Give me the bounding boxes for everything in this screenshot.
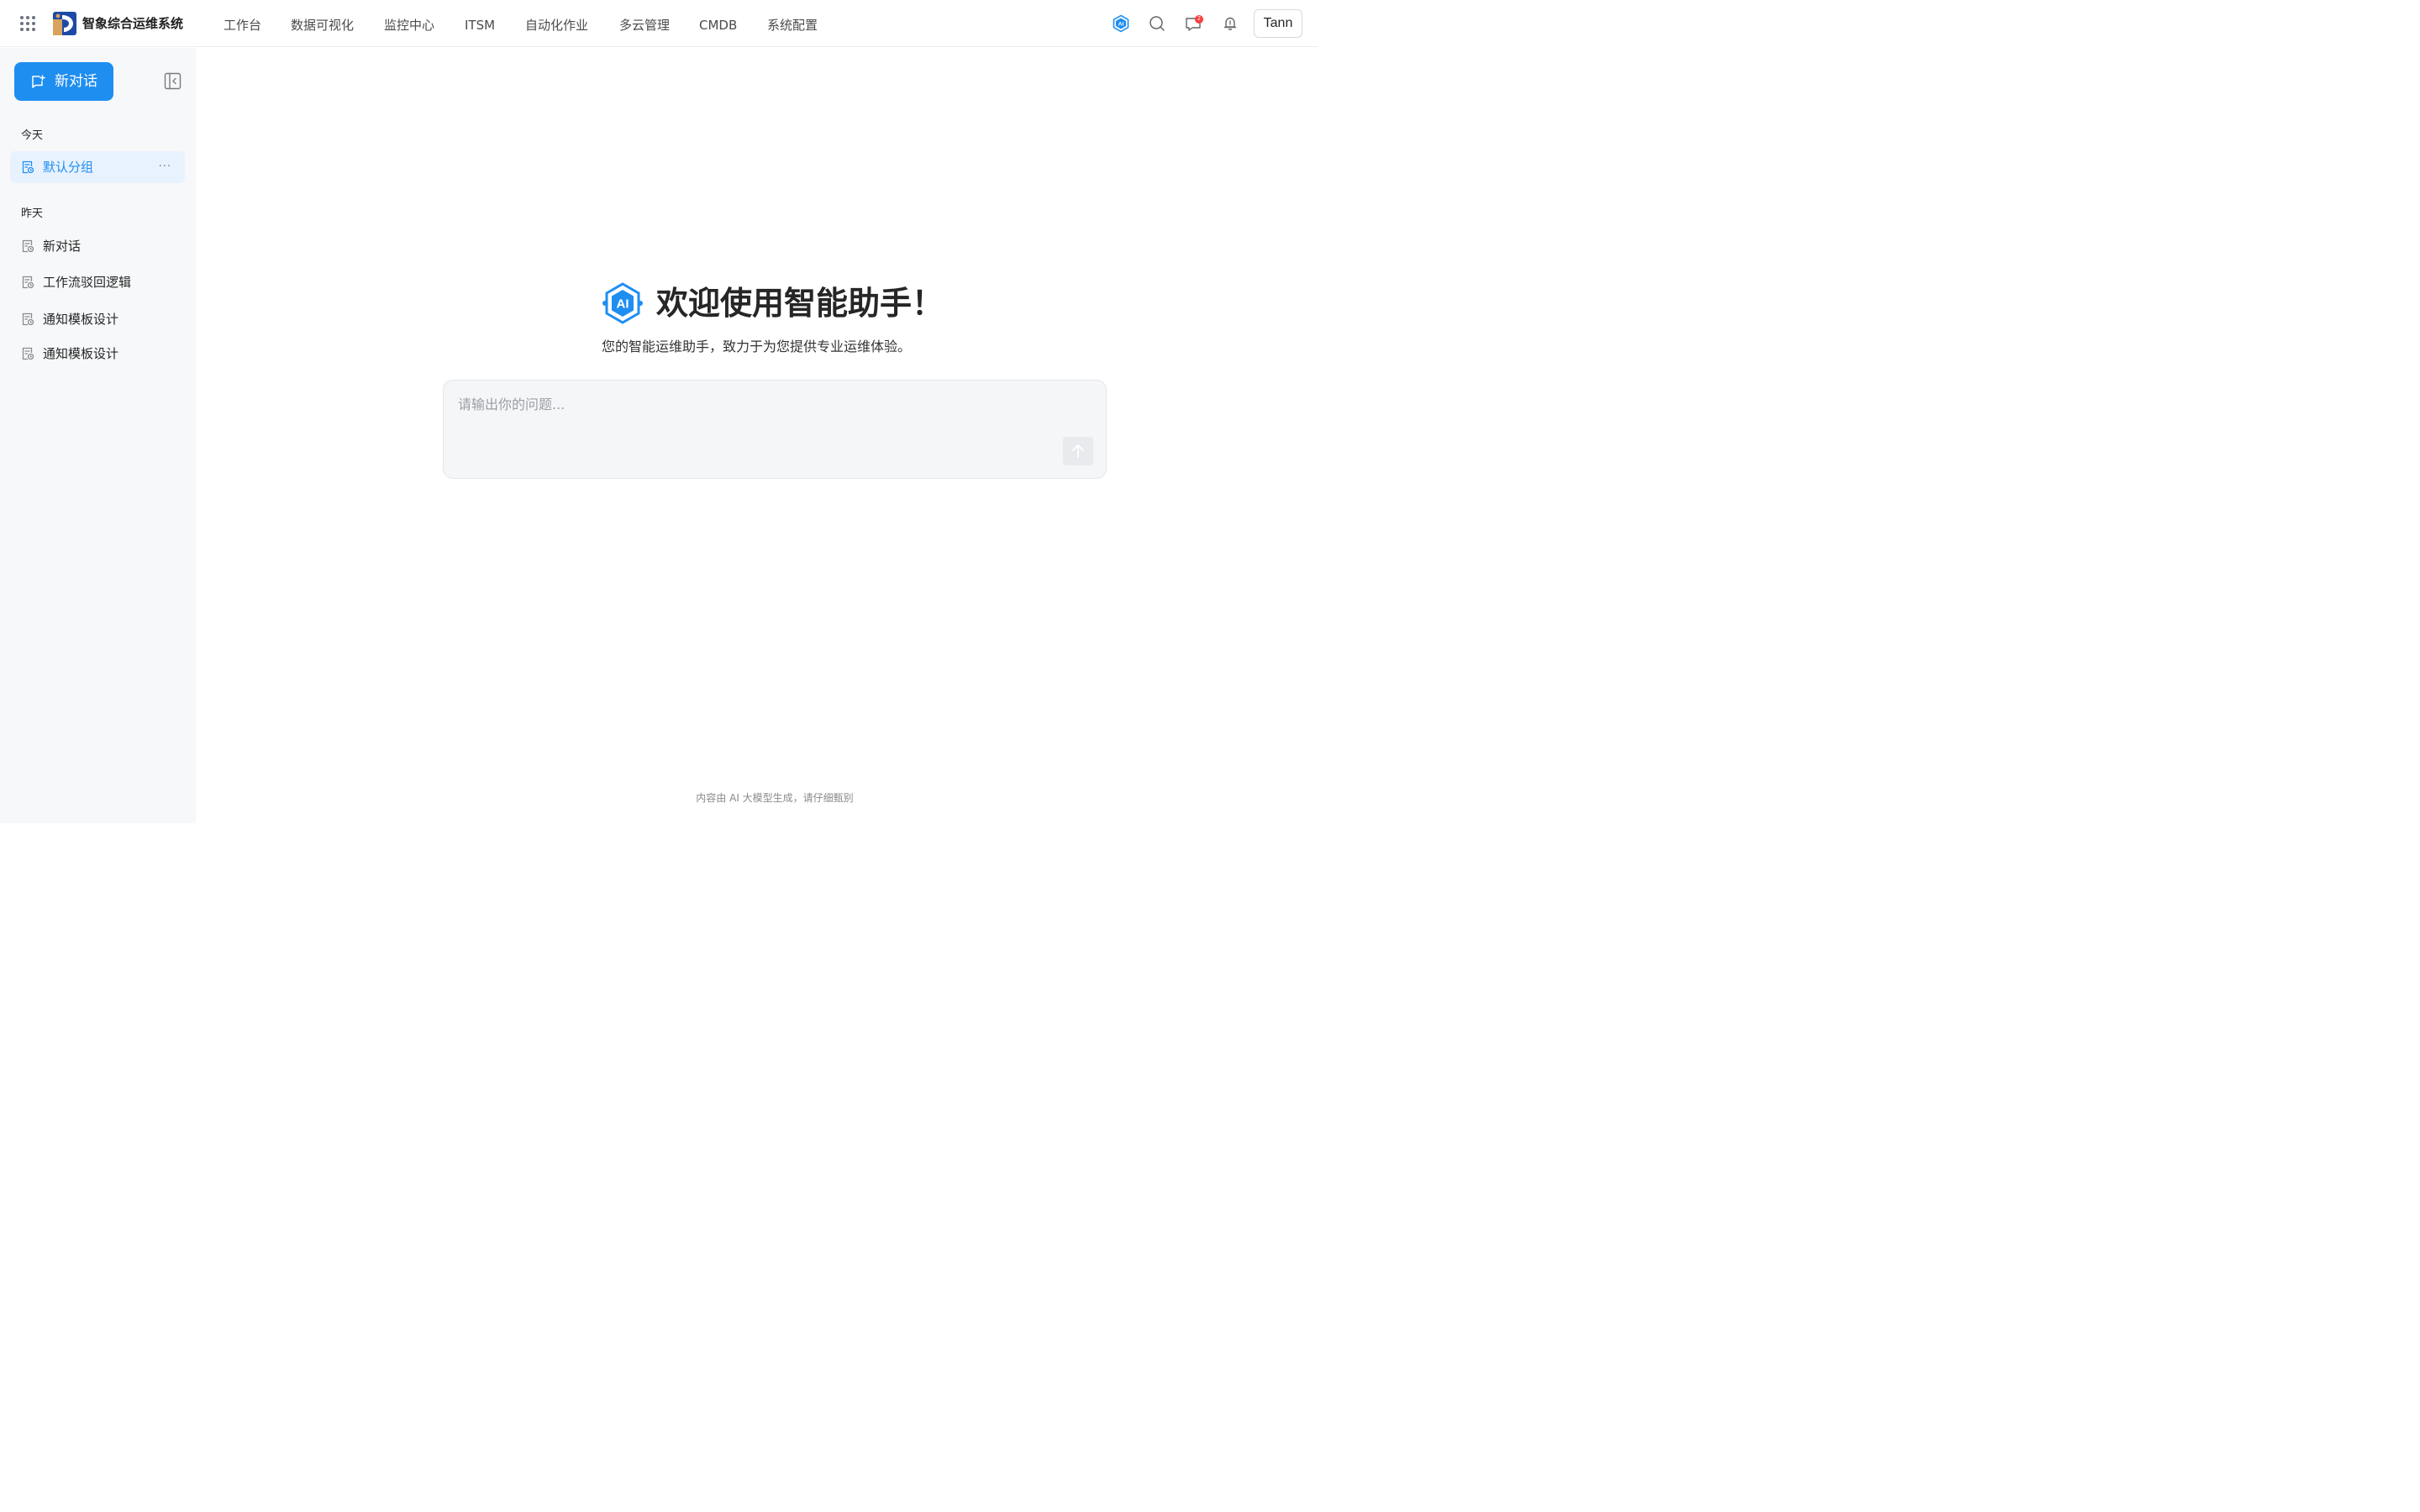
top-navigation-bar: 智象综合运维系统 工作台 数据可视化 监控中心 ITSM 自动化作业 多云管理 …	[0, 0, 1318, 47]
svg-text:AI: AI	[1118, 22, 1124, 28]
conversation-label: 新对话	[43, 239, 82, 254]
conversation-item-notification-template[interactable]: 通知模板设计	[10, 303, 185, 335]
conversation-icon	[21, 239, 34, 253]
new-chat-button[interactable]: 新对话	[14, 62, 113, 101]
question-input[interactable]	[458, 396, 1063, 429]
conversation-label: 通知模板设计	[43, 346, 119, 361]
notification-badge: 2	[1195, 15, 1203, 24]
nav-item-multicloud[interactable]: 多云管理	[619, 16, 670, 34]
conversation-item-default-group[interactable]: 默认分组 ···	[10, 151, 185, 183]
apps-grid-icon[interactable]	[20, 16, 36, 32]
new-chat-icon	[30, 74, 45, 89]
conversation-label: 工作流驳回逻辑	[43, 275, 132, 290]
chat-main-area: AI 欢迎使用智能助手！ 您的智能运维助手，致力于为您提供专业运维体验。 内容由…	[196, 48, 1318, 823]
welcome-title: 欢迎使用智能助手！	[656, 285, 944, 322]
svg-text:AI: AI	[617, 297, 629, 312]
new-chat-label: 新对话	[55, 73, 97, 90]
conversation-sidebar: 新对话 今天 默认分组 ··· 昨天 新对话 工作流驳回逻辑 通知模板设计 通知…	[0, 48, 196, 823]
conversation-icon	[21, 276, 34, 289]
group-label-today: 今天	[21, 129, 44, 142]
nav-item-cmdb[interactable]: CMDB	[699, 16, 737, 34]
conversation-item-workflow-reject[interactable]: 工作流驳回逻辑	[10, 266, 185, 298]
nav-item-workbench[interactable]: 工作台	[224, 16, 261, 34]
app-page: 智象综合运维系统 工作台 数据可视化 监控中心 ITSM 自动化作业 多云管理 …	[0, 0, 1318, 823]
conversation-item-new-chat[interactable]: 新对话	[10, 230, 185, 262]
nav-item-data-visualization[interactable]: 数据可视化	[291, 16, 354, 34]
ai-logo-icon: AI	[602, 281, 644, 325]
conversation-icon	[21, 347, 34, 360]
nav-item-system-config[interactable]: 系统配置	[767, 16, 818, 34]
ai-disclaimer: 内容由 AI 大模型生成，请仔细甄别	[696, 792, 854, 804]
more-options-icon[interactable]: ···	[159, 159, 171, 176]
send-button[interactable]	[1063, 437, 1093, 465]
welcome-subtitle: 您的智能运维助手，致力于为您提供专业运维体验。	[602, 339, 912, 354]
brand-name: 智象综合运维系统	[82, 16, 184, 31]
conversation-icon	[21, 312, 34, 326]
bell-icon[interactable]	[1221, 14, 1239, 33]
chat-input-box	[443, 380, 1107, 479]
search-icon[interactable]	[1148, 14, 1166, 33]
nav-item-itsm[interactable]: ITSM	[465, 16, 495, 34]
ai-assistant-icon[interactable]: AI	[1112, 14, 1130, 33]
conversation-item-notification-template-2[interactable]: 通知模板设计	[10, 338, 185, 370]
collapse-sidebar-icon[interactable]	[164, 72, 182, 90]
conversation-icon	[21, 160, 34, 174]
brand-logo[interactable]	[53, 12, 76, 35]
nav-item-automation[interactable]: 自动化作业	[525, 16, 588, 34]
group-label-yesterday: 昨天	[21, 207, 44, 220]
conversation-label: 默认分组	[43, 160, 94, 175]
conversation-label: 通知模板设计	[43, 312, 119, 327]
nav-item-monitoring[interactable]: 监控中心	[384, 16, 434, 34]
user-menu-button[interactable]: Tann	[1254, 9, 1302, 38]
arrow-up-icon	[1072, 444, 1084, 458]
